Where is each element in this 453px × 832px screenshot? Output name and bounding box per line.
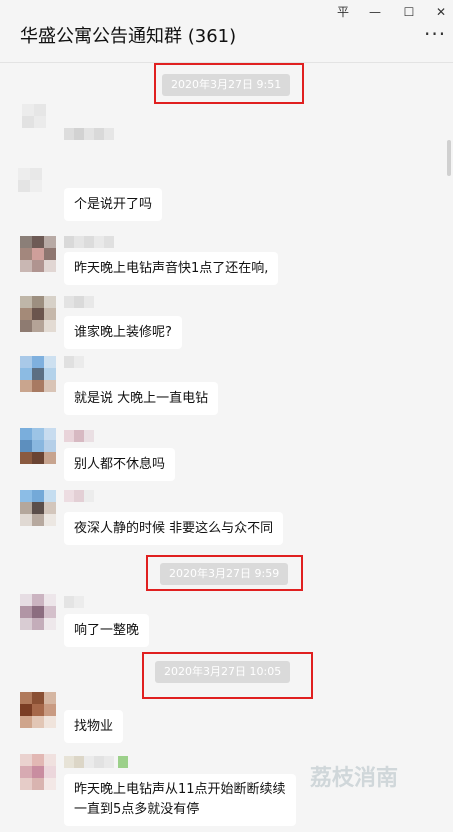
title-bar: 华盛公寓公告通知群 (361) 平 — ☐ ✕ ··· [0, 0, 453, 63]
message-bubble[interactable]: 谁家晚上装修呢? [64, 316, 182, 349]
scrollbar[interactable] [447, 140, 451, 176]
avatar[interactable] [18, 168, 54, 204]
avatar[interactable] [20, 754, 56, 790]
message-line: 昨天晚上电钻声从11点开始断断续续 [74, 782, 286, 797]
message-bubble[interactable]: 找物业 [64, 710, 124, 743]
avatar[interactable] [20, 692, 56, 728]
highlight-box [146, 555, 303, 591]
message-bubble[interactable]: 响了一整晚 [64, 614, 150, 647]
highlight-box [154, 63, 304, 104]
avatar[interactable] [20, 490, 56, 526]
avatar[interactable] [20, 296, 56, 332]
message-bubble[interactable]: 就是说 大晚上一直电钻 [64, 382, 219, 415]
avatar[interactable] [20, 356, 56, 392]
maximize-icon[interactable]: ☐ [398, 2, 420, 22]
chat-title: 华盛公寓公告通知群 (361) [20, 26, 237, 47]
highlight-box [142, 652, 313, 699]
avatar[interactable] [20, 428, 56, 464]
pin-icon[interactable]: 平 [332, 2, 354, 22]
message-line: 一直到5点多就没有停 [74, 802, 200, 817]
more-options-icon[interactable]: ··· [424, 24, 446, 44]
avatar[interactable] [20, 236, 56, 272]
minimize-icon[interactable]: — [364, 2, 386, 22]
message-bubble[interactable]: 个是说开了吗 [64, 188, 163, 221]
avatar[interactable] [22, 104, 58, 140]
watermark: 荔枝消南 [310, 766, 399, 791]
avatar[interactable] [20, 594, 56, 630]
message-bubble[interactable]: 昨天晚上电钻声音快1点了还在响, [64, 252, 279, 285]
message-bubble[interactable]: 夜深人静的时候 非要这么与众不同 [64, 512, 284, 545]
message-bubble[interactable]: 昨天晚上电钻声从11点开始断断续续 一直到5点多就没有停 [64, 774, 296, 826]
message-bubble[interactable]: 别人都不休息吗 [64, 448, 176, 481]
close-icon[interactable]: ✕ [430, 2, 452, 22]
